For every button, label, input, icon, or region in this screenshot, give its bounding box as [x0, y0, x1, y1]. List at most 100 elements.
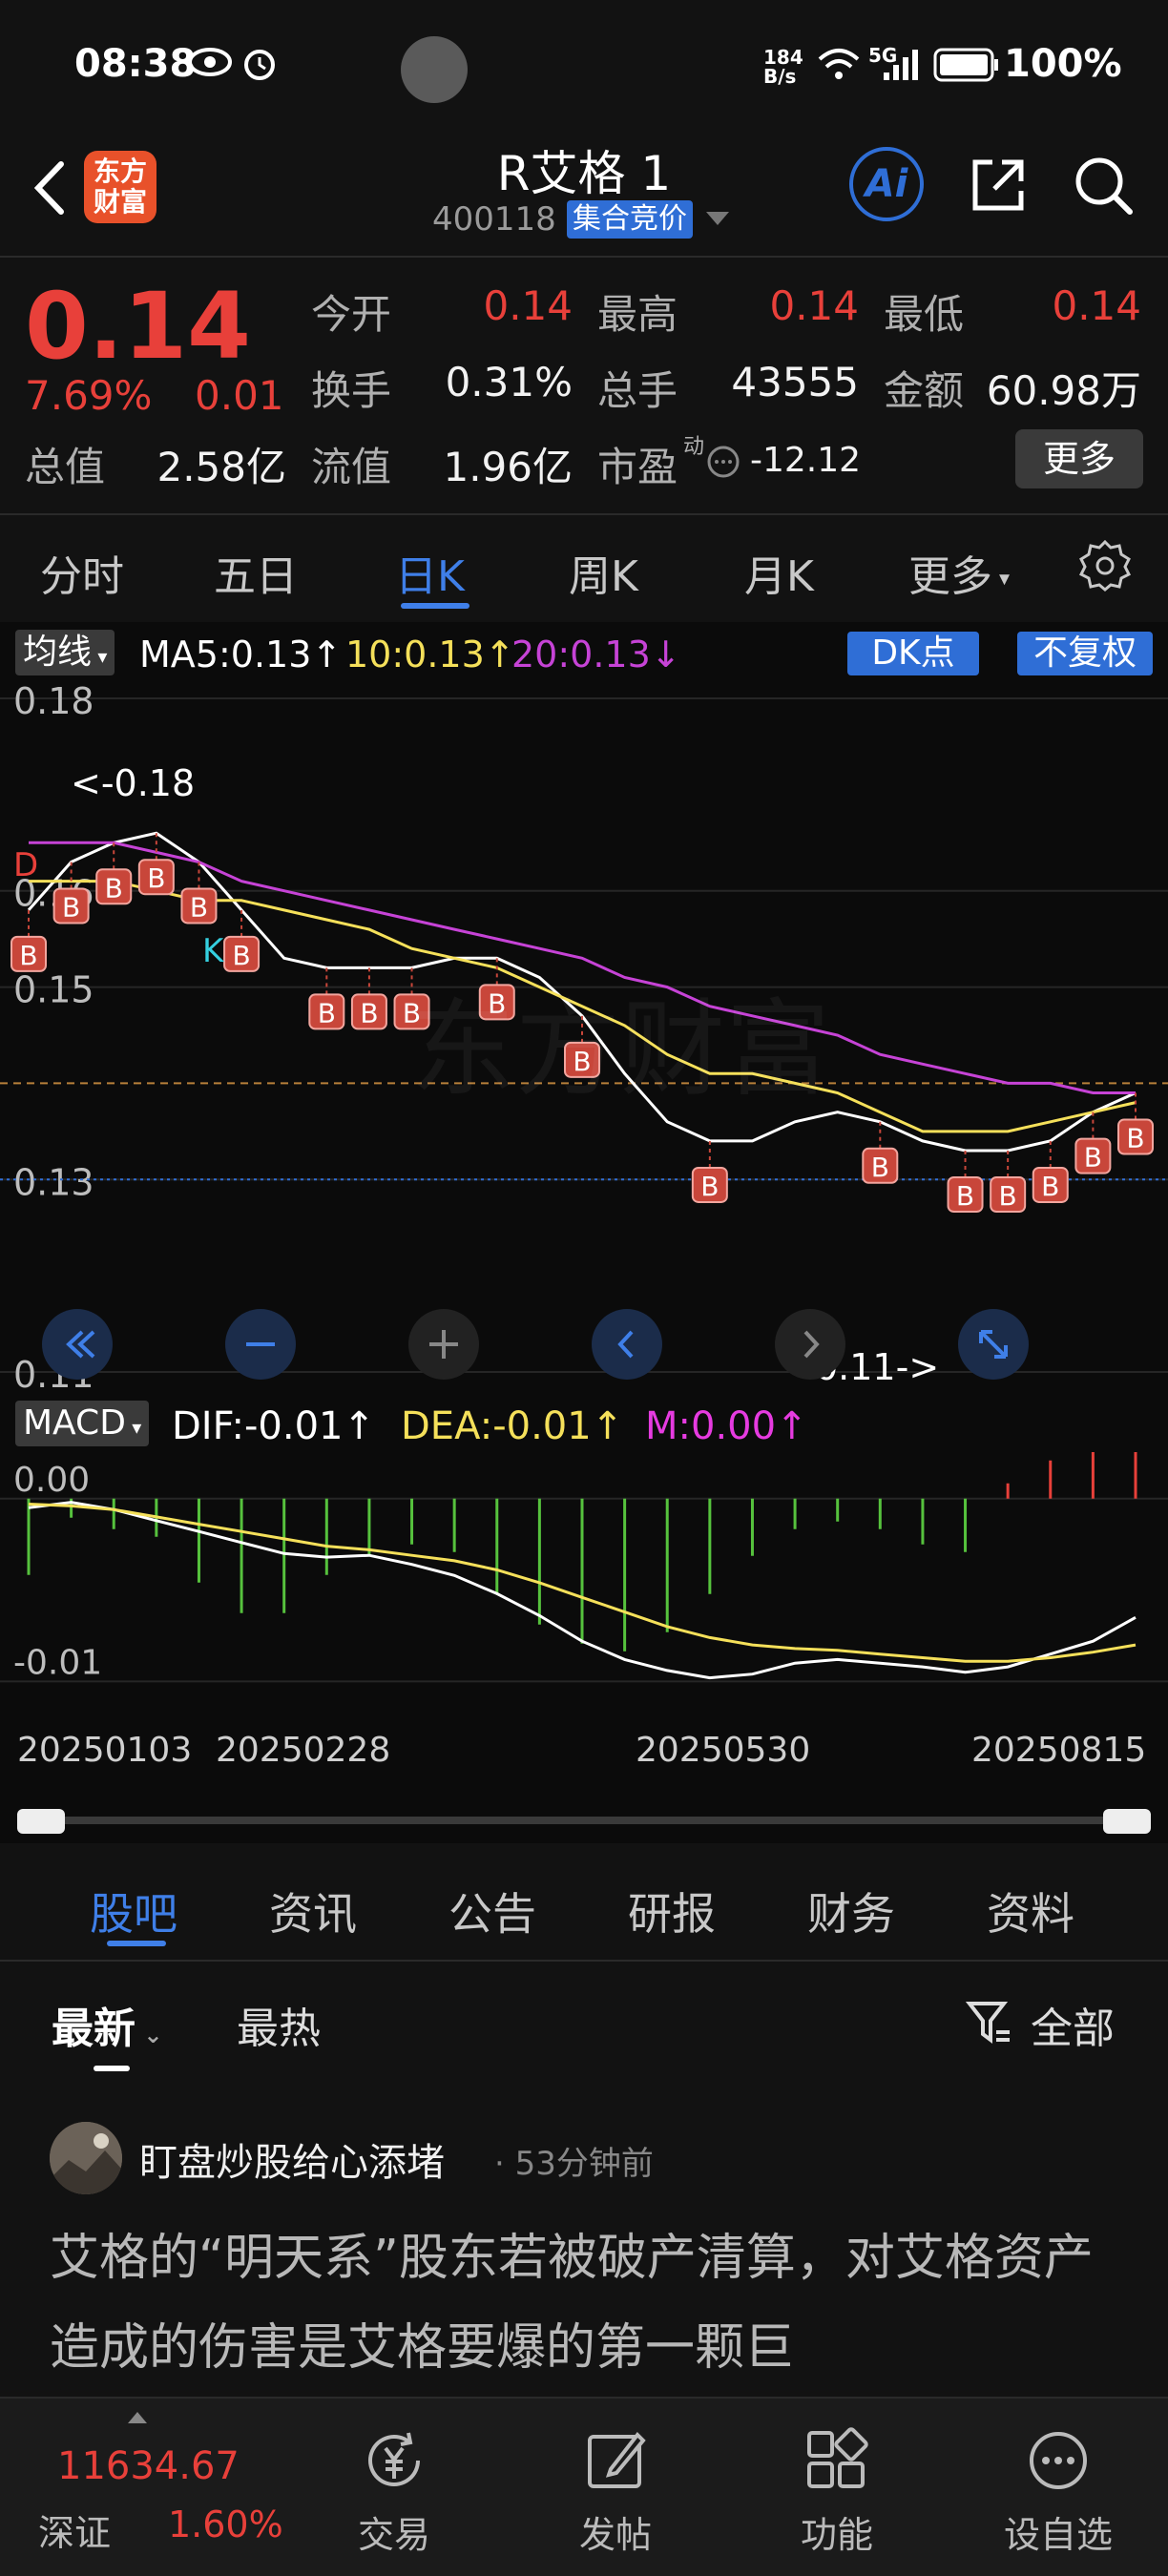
index-name: 深证 [38, 2512, 112, 2554]
ma20-value: 20:0.13↓ [511, 634, 681, 675]
date-label: 20250228 [216, 1731, 391, 1770]
zoom-out-button[interactable] [225, 1309, 296, 1380]
divider [0, 1960, 1168, 1962]
avatar[interactable] [50, 2122, 122, 2194]
gear-icon[interactable] [1076, 536, 1134, 593]
buy-signal-label: B [1084, 1142, 1102, 1174]
tab-weekly-k[interactable]: 周K [569, 542, 638, 603]
index-percent: 1.60% [168, 2503, 283, 2545]
active-tab-indicator [401, 603, 469, 609]
volume-label: 总手 [597, 367, 678, 414]
macd-legend: MACD ▾ DIF:-0.01↑ DEA:-0.01↑ M:0.00↑ [0, 1397, 1168, 1450]
post-edit-icon[interactable] [582, 2427, 649, 2494]
tab-more[interactable]: 更多 ▾ [908, 542, 1010, 603]
float-value: 1.96亿 [443, 444, 573, 490]
more-quote-button[interactable]: 更多 [1015, 429, 1143, 488]
search-icon[interactable] [1069, 151, 1137, 219]
watermark-logo: 东方财富 [410, 988, 830, 1111]
buy-signal-label: B [190, 891, 208, 923]
tab-research[interactable]: 研报 [628, 1880, 716, 1942]
index-value[interactable]: 11634.67 [57, 2444, 240, 2488]
filter-all[interactable]: 全部 [1031, 1994, 1115, 2055]
high-price-marker: <-0.18 [71, 762, 195, 804]
tab-profile[interactable]: 资料 [987, 1880, 1074, 1942]
post-time: · 53分钟前 [494, 2145, 654, 2183]
sort-hot[interactable]: 最热 [237, 1994, 321, 2055]
pe-value: -12.12 [750, 441, 862, 480]
open-label: 今开 [311, 291, 392, 338]
low-label: 最低 [884, 291, 965, 338]
amount-label: 金额 [884, 367, 965, 414]
date-label: 20250103 [17, 1731, 193, 1770]
pe-superscript: 动 [683, 435, 705, 459]
chevron-down-icon[interactable] [706, 212, 729, 225]
scroll-right-button[interactable] [775, 1309, 845, 1380]
scroll-left-button[interactable] [592, 1309, 662, 1380]
indicator-select[interactable]: 均线 ▾ [15, 630, 115, 675]
more-dots-icon[interactable] [1025, 2427, 1092, 2494]
tab-monthly-k[interactable]: 月K [744, 542, 814, 603]
buy-signal-label: B [318, 997, 336, 1028]
filter-icon[interactable] [966, 1998, 1013, 2049]
floating-app-bubble[interactable] [401, 36, 468, 103]
date-label: 20250530 [636, 1731, 811, 1770]
buy-signal-label: B [1041, 1171, 1059, 1202]
adjust-mode-button[interactable]: 不复权 [1017, 632, 1153, 675]
stock-code: 400118 [432, 200, 556, 239]
sort-indicator [94, 2066, 130, 2071]
tab-five-day[interactable]: 五日 [214, 542, 298, 603]
post-username[interactable]: 盯盘炒股给心添堵 [139, 2131, 445, 2187]
eye-icon [188, 48, 232, 76]
volume-value: 43555 [731, 359, 859, 405]
tab-daily-k[interactable]: 日K [395, 542, 465, 603]
macd-select[interactable]: MACD ▾ [15, 1401, 150, 1446]
dea-value: DEA:-0.01↑ [401, 1404, 624, 1448]
nav-post[interactable]: 发帖 [539, 2505, 692, 2558]
zoom-in-button[interactable] [408, 1309, 479, 1380]
buy-signal-label: B [232, 940, 250, 971]
ai-button[interactable]: Ai [849, 147, 924, 221]
tab-financials[interactable]: 财务 [807, 1880, 895, 1942]
stock-header: 东方 财富 R艾格 1 400118 集合竞价 Ai [0, 134, 1168, 256]
scrollbar-handle-right[interactable] [1103, 1809, 1151, 1834]
tab-news[interactable]: 资讯 [269, 1880, 357, 1942]
macd-tick-label: -0.01 [13, 1643, 102, 1682]
k-marker: K [202, 932, 225, 970]
price-plot[interactable]: 0.180.160.150.130.11 BBBBBBBBBBBBBBBBBB<… [0, 685, 1168, 1391]
buy-signal-label: B [147, 862, 165, 894]
post-body[interactable]: 艾格的“明天系”股东若被破产清算，对艾格资产造成的伤害是艾格要爆的第一颗巨 [50, 2213, 1128, 2393]
buy-signal-label: B [700, 1171, 719, 1202]
nav-trade[interactable]: 交易 [318, 2505, 470, 2558]
trade-icon[interactable] [361, 2427, 428, 2494]
tab-guba[interactable]: 股吧 [90, 1880, 177, 1942]
macd-plot[interactable]: 0.00 -0.01 [0, 1452, 1168, 1719]
auction-badge[interactable]: 集合竞价 [567, 200, 693, 239]
fullscreen-button[interactable] [958, 1309, 1029, 1380]
pe-label: 市盈 [597, 444, 678, 490]
buy-signal-label: B [62, 891, 80, 923]
low-value: 0.14 [1052, 282, 1141, 329]
battery-icon [933, 48, 998, 82]
price-tick-label: 0.15 [13, 969, 94, 1011]
nav-functions[interactable]: 功能 [761, 2505, 913, 2558]
sort-latest[interactable]: 最新 ⌄ [52, 1994, 162, 2055]
dk-point-button[interactable]: DK点 [847, 632, 979, 675]
share-icon[interactable] [964, 151, 1032, 219]
tab-announcements[interactable]: 公告 [448, 1880, 536, 1942]
period-tabs: 分时 五日 日K 周K 月K 更多 ▾ [0, 515, 1168, 620]
scrollbar-handle-left[interactable] [17, 1809, 65, 1834]
chart-scrollbar[interactable] [17, 1817, 1151, 1824]
price-tick-label: 0.13 [13, 1161, 94, 1203]
k-line-chart[interactable]: 均线 ▾ MA5:0.13↑ 10:0.13↑ 20:0.13↓ DK点 不复权… [0, 622, 1168, 1843]
apps-icon[interactable] [803, 2427, 870, 2494]
chevron-up-icon[interactable] [128, 2412, 147, 2423]
status-bar: 08:38 184 B/s 5G 100% [0, 0, 1168, 134]
nav-add-watchlist[interactable]: 设自选 [982, 2505, 1135, 2558]
price-tick-label: 0.18 [13, 685, 94, 722]
mktcap-value: 2.58亿 [156, 444, 286, 490]
tab-intraday[interactable]: 分时 [40, 542, 124, 603]
info-icon[interactable] [706, 445, 740, 479]
scroll-left-fast-button[interactable] [42, 1309, 113, 1380]
content-tabs: 股吧 资讯 公告 研报 财务 资料 [0, 1851, 1168, 1962]
high-label: 最高 [597, 291, 678, 338]
